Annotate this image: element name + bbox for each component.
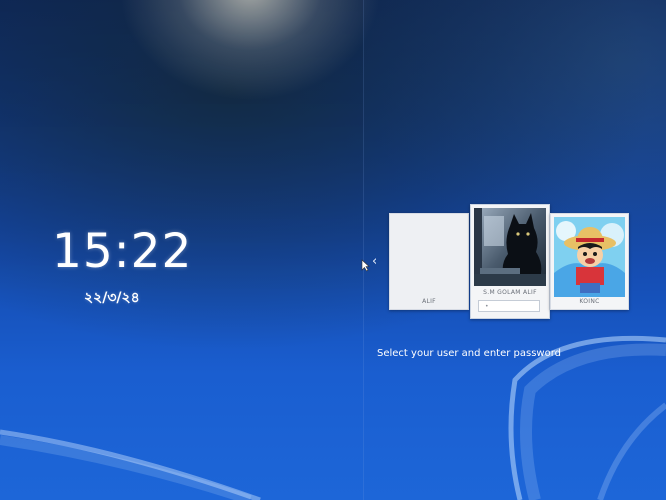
black-cat-photo bbox=[474, 208, 546, 286]
user-tile-sm-golam-alif[interactable]: S.M GOLAM ALIF • bbox=[470, 204, 550, 319]
login-prompt: Select your user and enter password bbox=[377, 348, 562, 359]
user-name: KOINC bbox=[579, 298, 600, 305]
user-tile-alif[interactable]: ALIF bbox=[389, 213, 469, 310]
user-name: S.M GOLAM ALIF bbox=[483, 289, 537, 296]
user-name: ALIF bbox=[422, 298, 436, 305]
avatar bbox=[474, 208, 546, 286]
chevron-left-icon[interactable]: ‹ bbox=[372, 255, 382, 269]
user-tile-koinc[interactable]: KOINC bbox=[550, 213, 629, 310]
anime-straw-hat-character bbox=[554, 217, 625, 297]
avatar bbox=[554, 217, 625, 297]
mouse-pointer-icon bbox=[361, 259, 370, 272]
clock-date: ২২/৩/২৪ bbox=[84, 290, 140, 306]
clock-time: 15:22 bbox=[52, 224, 193, 279]
password-input[interactable]: • bbox=[478, 300, 540, 312]
